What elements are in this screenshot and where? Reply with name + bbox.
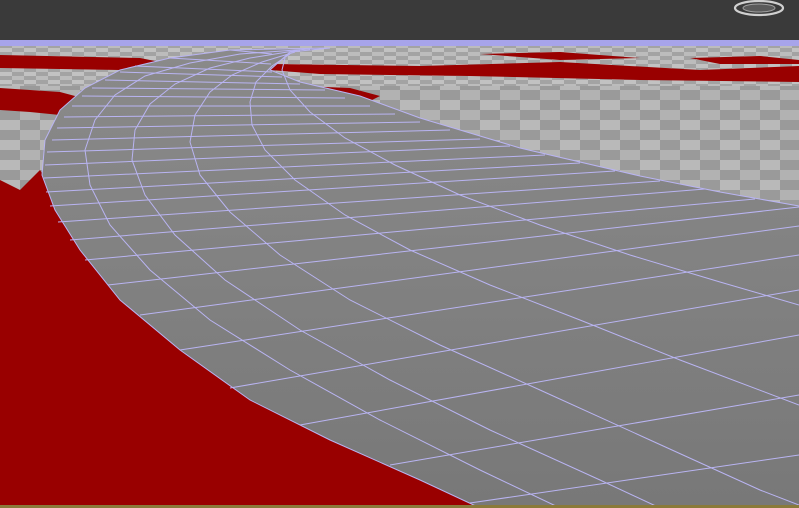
horizon-band xyxy=(0,40,799,46)
viewcube-ring-icon[interactable] xyxy=(731,0,787,20)
3d-viewport[interactable] xyxy=(0,0,799,508)
scene-render[interactable] xyxy=(0,0,799,508)
viewport-background xyxy=(0,0,799,44)
